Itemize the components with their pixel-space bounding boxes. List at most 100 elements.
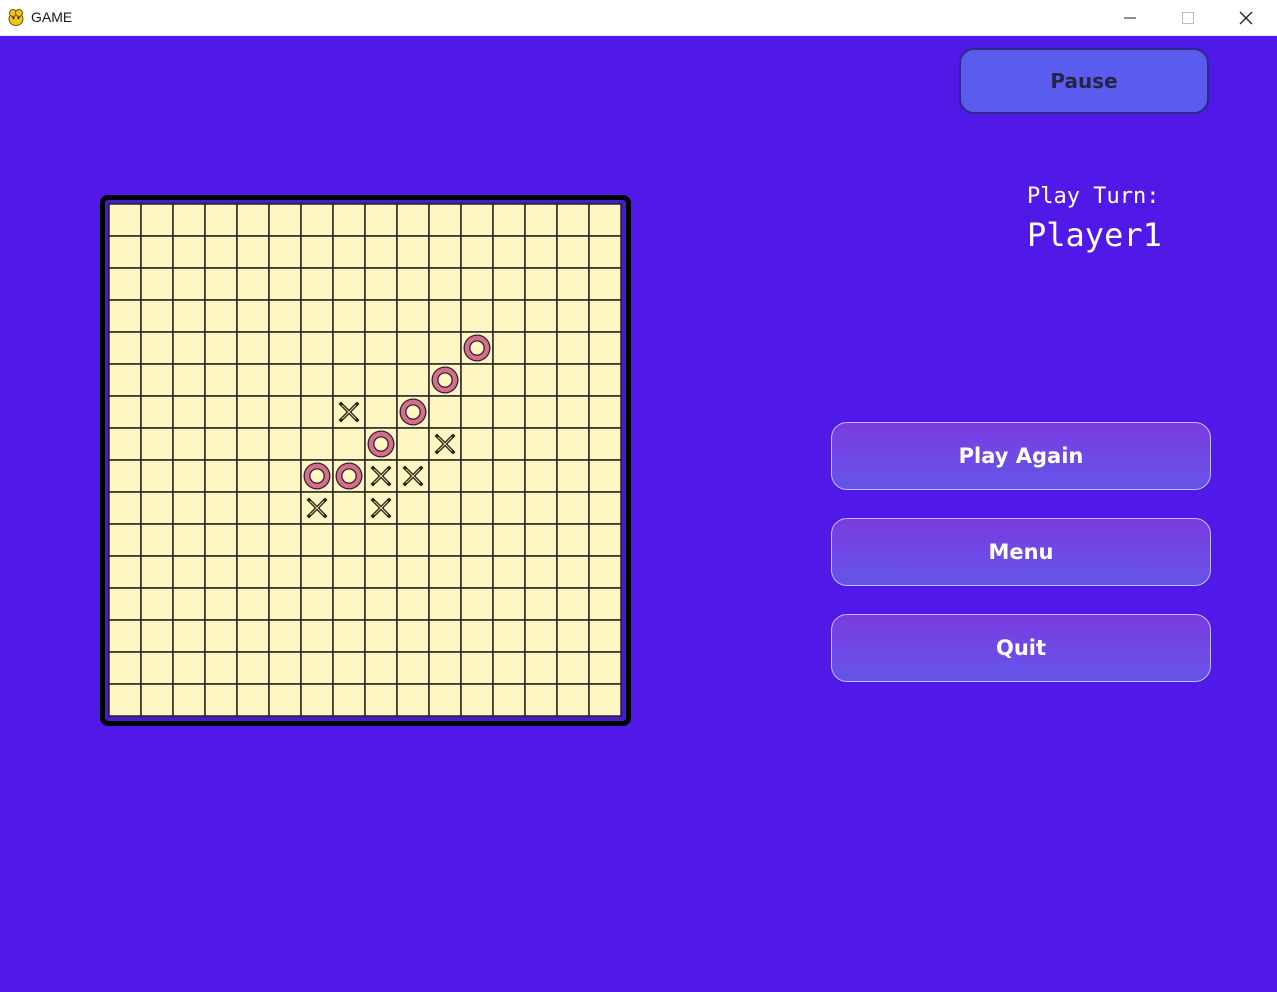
board-cell[interactable] xyxy=(332,683,366,717)
board-cell[interactable] xyxy=(588,651,622,685)
board-cell[interactable] xyxy=(428,235,462,269)
board-cell[interactable] xyxy=(332,427,366,461)
board-cell[interactable] xyxy=(396,363,430,397)
board-cell[interactable] xyxy=(364,651,398,685)
board-cell[interactable] xyxy=(460,235,494,269)
board-cell[interactable] xyxy=(588,299,622,333)
board-cell[interactable] xyxy=(588,491,622,525)
board-cell[interactable] xyxy=(332,267,366,301)
board-cell[interactable] xyxy=(556,619,590,653)
board-cell[interactable] xyxy=(428,299,462,333)
pause-button[interactable]: Pause xyxy=(959,48,1209,114)
board-cell[interactable] xyxy=(236,235,270,269)
board-cell[interactable] xyxy=(140,683,174,717)
board-cell[interactable] xyxy=(268,523,302,557)
board-cell[interactable] xyxy=(364,555,398,589)
board-cell[interactable] xyxy=(108,587,142,621)
menu-button[interactable]: Menu xyxy=(831,518,1211,586)
board-cell[interactable] xyxy=(108,683,142,717)
board-cell[interactable] xyxy=(140,587,174,621)
board-cell[interactable] xyxy=(204,299,238,333)
board-cell[interactable] xyxy=(460,555,494,589)
board-cell[interactable] xyxy=(204,427,238,461)
board-cell[interactable] xyxy=(204,235,238,269)
board-cell[interactable] xyxy=(140,555,174,589)
board-cell[interactable] xyxy=(172,363,206,397)
board-cell[interactable] xyxy=(268,395,302,429)
board-cell[interactable] xyxy=(588,363,622,397)
board-cell[interactable] xyxy=(332,491,366,525)
board-cell[interactable] xyxy=(204,363,238,397)
board-cell[interactable] xyxy=(460,427,494,461)
board-cell[interactable] xyxy=(300,427,334,461)
board-cell[interactable] xyxy=(268,555,302,589)
board-cell[interactable] xyxy=(460,299,494,333)
board-cell[interactable] xyxy=(460,395,494,429)
board-cell[interactable] xyxy=(460,203,494,237)
board-cell[interactable] xyxy=(204,203,238,237)
board-cell[interactable] xyxy=(396,267,430,301)
board-cell[interactable] xyxy=(236,651,270,685)
board-cell[interactable] xyxy=(300,619,334,653)
board-cell[interactable] xyxy=(332,619,366,653)
quit-button[interactable]: Quit xyxy=(831,614,1211,682)
board-cell[interactable] xyxy=(588,203,622,237)
board-cell[interactable] xyxy=(172,555,206,589)
board-cell[interactable] xyxy=(172,235,206,269)
play-again-button[interactable]: Play Again xyxy=(831,422,1211,490)
board-cell[interactable] xyxy=(332,235,366,269)
board-cell[interactable] xyxy=(524,587,558,621)
close-button[interactable] xyxy=(1217,0,1275,35)
board-cell[interactable] xyxy=(364,523,398,557)
board-cell[interactable] xyxy=(396,523,430,557)
board-cell[interactable] xyxy=(428,267,462,301)
board-cell[interactable] xyxy=(428,331,462,365)
board-cell[interactable] xyxy=(524,299,558,333)
board-cell[interactable] xyxy=(140,523,174,557)
board-cell[interactable] xyxy=(396,619,430,653)
board-cell[interactable] xyxy=(332,299,366,333)
board-cell[interactable] xyxy=(268,651,302,685)
board-cell[interactable] xyxy=(236,267,270,301)
board-cell[interactable] xyxy=(556,427,590,461)
board-cell[interactable] xyxy=(332,523,366,557)
board-cell[interactable] xyxy=(460,683,494,717)
board-cell[interactable] xyxy=(396,651,430,685)
board-cell[interactable] xyxy=(428,683,462,717)
board-cell[interactable] xyxy=(332,651,366,685)
board-cell[interactable] xyxy=(364,619,398,653)
board-cell[interactable] xyxy=(524,683,558,717)
board-cell[interactable] xyxy=(556,203,590,237)
board-cell[interactable] xyxy=(108,427,142,461)
board-cell[interactable] xyxy=(588,331,622,365)
board-cell[interactable] xyxy=(140,203,174,237)
board-cell[interactable] xyxy=(428,395,462,429)
board-cell[interactable] xyxy=(172,683,206,717)
board-cell[interactable] xyxy=(332,363,366,397)
board-cell[interactable] xyxy=(364,331,398,365)
board-cell[interactable] xyxy=(492,619,526,653)
board-cell[interactable] xyxy=(396,299,430,333)
board-cell[interactable] xyxy=(172,491,206,525)
board-cell[interactable] xyxy=(204,491,238,525)
board-cell[interactable] xyxy=(524,555,558,589)
board-cell[interactable] xyxy=(524,651,558,685)
board-cell[interactable] xyxy=(300,235,334,269)
board-cell[interactable] xyxy=(396,331,430,365)
board-cell[interactable] xyxy=(140,299,174,333)
board-cell[interactable] xyxy=(364,235,398,269)
board-cell[interactable] xyxy=(524,427,558,461)
board-cell[interactable] xyxy=(524,619,558,653)
board-cell[interactable] xyxy=(364,683,398,717)
board-cell[interactable] xyxy=(236,619,270,653)
board-cell[interactable] xyxy=(332,331,366,365)
board-cell[interactable] xyxy=(556,523,590,557)
board-cell[interactable] xyxy=(524,267,558,301)
board-cell[interactable] xyxy=(204,619,238,653)
board-cell[interactable] xyxy=(492,363,526,397)
board-cell[interactable] xyxy=(268,683,302,717)
board-cell[interactable] xyxy=(588,267,622,301)
board-cell[interactable] xyxy=(524,459,558,493)
board-cell[interactable] xyxy=(172,299,206,333)
board-cell[interactable] xyxy=(204,555,238,589)
